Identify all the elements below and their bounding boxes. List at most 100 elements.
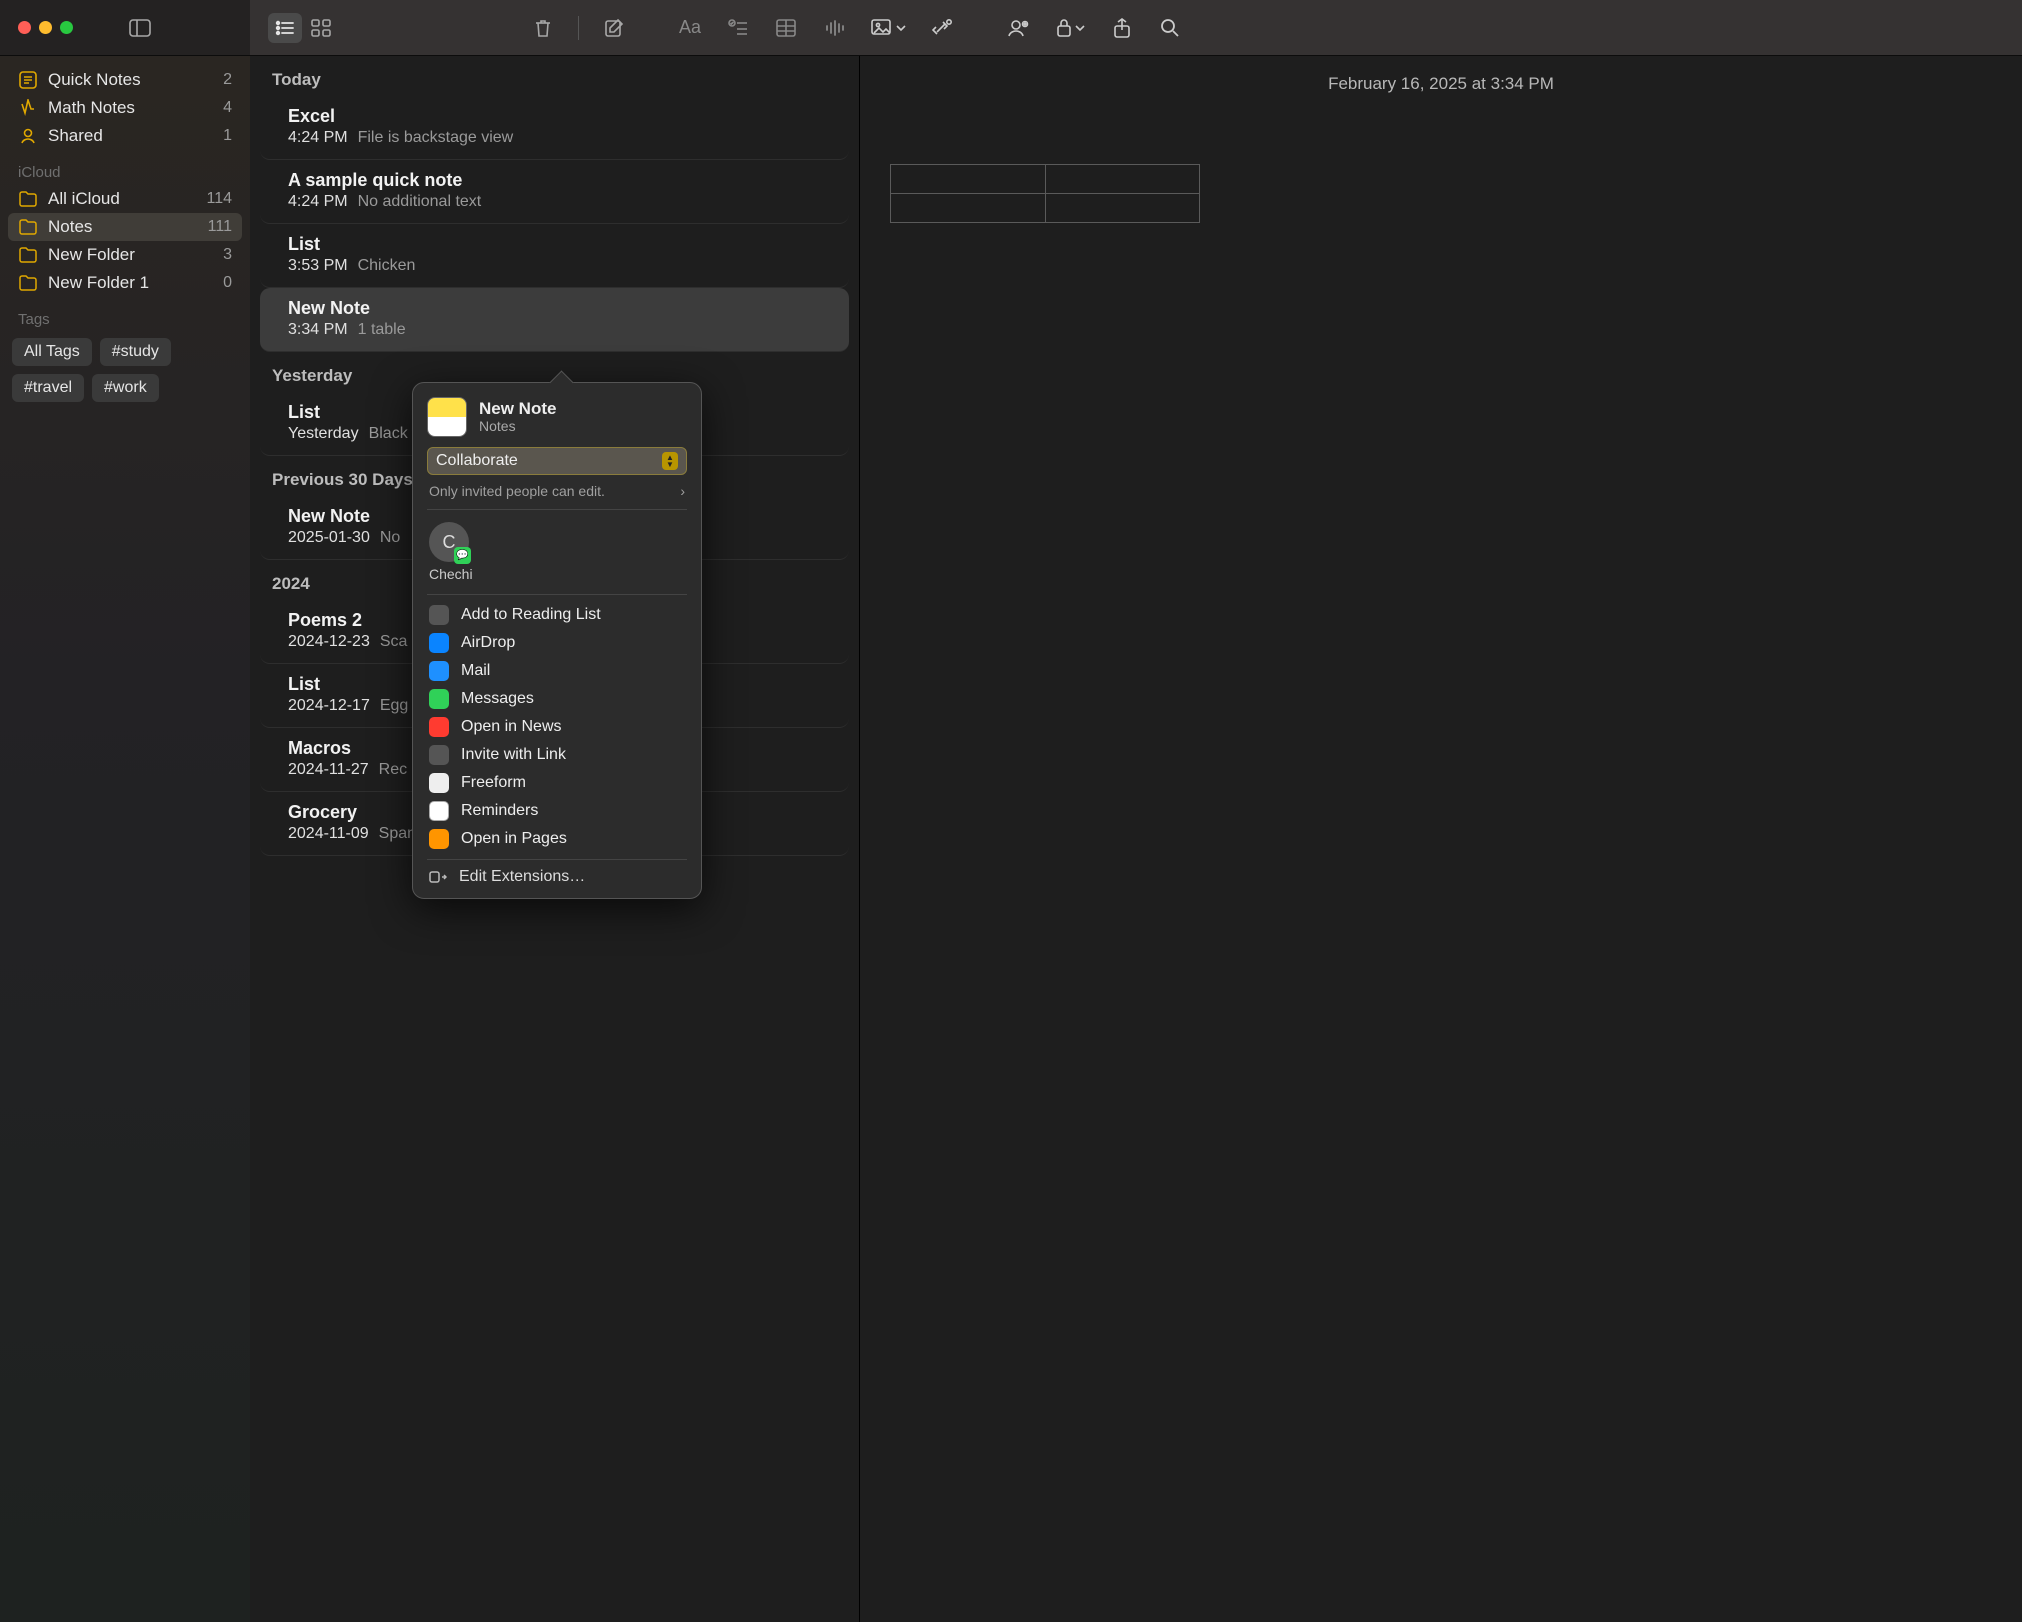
app-icon — [429, 633, 449, 653]
share-app-open-in-pages[interactable]: Open in Pages — [427, 825, 687, 853]
quick-icon — [18, 70, 38, 90]
list-view-icon[interactable] — [268, 13, 302, 43]
toggle-sidebar-icon[interactable] — [123, 13, 157, 43]
table-icon[interactable] — [769, 13, 803, 43]
format-icon[interactable]: Aa — [673, 13, 707, 43]
tag-work[interactable]: #work — [92, 374, 159, 402]
note-title: List — [288, 234, 821, 255]
share-privacy-label: Only invited people can edit. — [429, 483, 605, 499]
grid-view-icon[interactable] — [304, 13, 338, 43]
titlebar-left — [0, 0, 250, 55]
note-time: Yesterday — [288, 425, 359, 442]
sidebar-item-new-folder[interactable]: New Folder3 — [8, 241, 242, 269]
edit-extensions-row[interactable]: Edit Extensions… — [427, 860, 687, 888]
stepper-icon: ▲▼ — [662, 452, 678, 470]
share-contact-name: Chechi — [429, 566, 473, 582]
sidebar-item-shared[interactable]: Shared1 — [8, 122, 242, 150]
note-preview: No — [380, 529, 400, 546]
share-mode-select[interactable]: Collaborate ▲▼ — [427, 447, 687, 475]
extensions-icon — [429, 870, 447, 884]
note-title: A sample quick note — [288, 170, 821, 191]
notes-app-icon — [427, 397, 467, 437]
note-preview: Black — [369, 425, 408, 442]
share-app-messages[interactable]: Messages — [427, 685, 687, 713]
note-title: Excel — [288, 106, 821, 127]
app-icon — [429, 801, 449, 821]
share-icon[interactable] — [1105, 13, 1139, 43]
share-app-invite-with-link[interactable]: Invite with Link — [427, 741, 687, 769]
share-apps: Add to Reading ListAirDropMailMessagesOp… — [427, 595, 687, 860]
note-preview: Egg — [380, 697, 408, 714]
share-popover: New Note Notes Collaborate ▲▼ Only invit… — [412, 382, 702, 899]
note-time: 2025-01-30 — [288, 529, 370, 546]
share-app-freeform[interactable]: Freeform — [427, 769, 687, 797]
sidebar-section-icloud: iCloud — [8, 150, 242, 185]
lock-icon[interactable] — [1049, 13, 1091, 43]
note-time: 3:34 PM — [288, 321, 348, 338]
app-icon — [429, 661, 449, 681]
share-app-airdrop[interactable]: AirDrop — [427, 629, 687, 657]
edit-extensions-label: Edit Extensions… — [459, 868, 585, 886]
notes-list: TodayExcel4:24 PMFile is backstage viewA… — [250, 56, 860, 1622]
note-item[interactable]: Excel4:24 PMFile is backstage view — [260, 96, 849, 160]
folder-icon — [18, 273, 38, 293]
link-icon[interactable] — [925, 13, 959, 43]
sidebar-item-math-notes[interactable]: Math Notes4 — [8, 94, 242, 122]
sidebar-item-new-folder-1[interactable]: New Folder 10 — [8, 269, 242, 297]
note-time: 2024-11-09 — [288, 825, 369, 842]
note-preview: 1 table — [358, 321, 406, 338]
editor: February 16, 2025 at 3:34 PM — [860, 56, 2022, 1622]
share-app-open-in-news[interactable]: Open in News — [427, 713, 687, 741]
share-app-mail[interactable]: Mail — [427, 657, 687, 685]
sidebar-item-quick-notes[interactable]: Quick Notes2 — [8, 66, 242, 94]
shared-icon — [18, 126, 38, 146]
zoom-window[interactable] — [60, 21, 73, 34]
math-icon — [18, 98, 38, 118]
note-preview: File is backstage view — [358, 129, 514, 146]
window-controls — [18, 21, 73, 34]
tag-all-tags[interactable]: All Tags — [12, 338, 92, 366]
collaborate-icon[interactable] — [1001, 13, 1035, 43]
folder-icon — [18, 217, 38, 237]
share-mode-label: Collaborate — [436, 452, 518, 470]
close-window[interactable] — [18, 21, 31, 34]
note-item[interactable]: New Note 3:34 PM 1 table — [260, 288, 849, 352]
folder-icon — [18, 189, 38, 209]
new-note-icon[interactable] — [597, 13, 631, 43]
share-app-add-to-reading-list[interactable]: Add to Reading List — [427, 601, 687, 629]
list-section-header: Today — [250, 56, 859, 96]
note-preview: Rec — [379, 761, 407, 778]
share-subtitle: Notes — [479, 418, 556, 434]
share-contact[interactable]: C 💬 Chechi — [427, 510, 687, 595]
sidebar-item-all-icloud[interactable]: All iCloud114 — [8, 185, 242, 213]
minimize-window[interactable] — [39, 21, 52, 34]
app-icon — [429, 745, 449, 765]
note-time: 2024-12-23 — [288, 633, 370, 650]
note-date: February 16, 2025 at 3:34 PM — [890, 74, 1992, 94]
note-time: 4:24 PM — [288, 193, 348, 210]
toolbar: Aa — [250, 0, 2022, 55]
note-title: New Note — [288, 298, 821, 319]
note-table[interactable] — [890, 164, 1200, 223]
toolbar-divider — [578, 16, 579, 40]
note-preview: Sca — [380, 633, 408, 650]
messages-badge-icon: 💬 — [454, 547, 471, 564]
sidebar-item-notes[interactable]: Notes111 — [8, 213, 242, 241]
search-icon[interactable] — [1153, 13, 1187, 43]
delete-icon[interactable] — [526, 13, 560, 43]
share-privacy-row[interactable]: Only invited people can edit. › — [427, 475, 687, 510]
checklist-icon[interactable] — [721, 13, 755, 43]
note-item[interactable]: A sample quick note4:24 PMNo additional … — [260, 160, 849, 224]
share-app-reminders[interactable]: Reminders — [427, 797, 687, 825]
note-item[interactable]: List3:53 PMChicken — [260, 224, 849, 288]
sidebar: Quick Notes2Math Notes4Shared1 iCloud Al… — [0, 56, 250, 1622]
share-title: New Note — [479, 400, 556, 419]
media-icon[interactable] — [865, 13, 911, 43]
audio-icon[interactable] — [817, 13, 851, 43]
note-time: 3:53 PM — [288, 257, 348, 274]
tag-study[interactable]: #study — [100, 338, 171, 366]
app-icon — [429, 773, 449, 793]
tag-travel[interactable]: #travel — [12, 374, 84, 402]
folder-icon — [18, 245, 38, 265]
avatar: C 💬 — [429, 522, 469, 562]
